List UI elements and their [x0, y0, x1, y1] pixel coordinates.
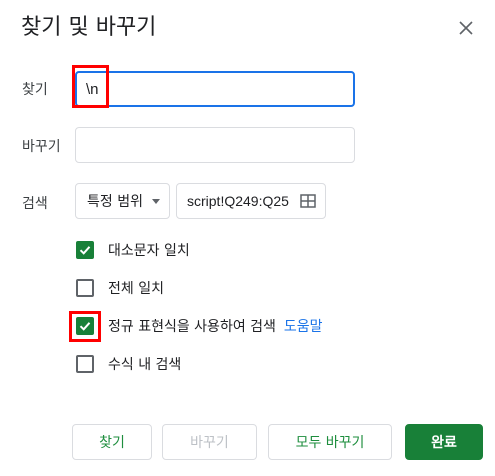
- formulas-checkbox[interactable]: [76, 355, 94, 373]
- replace-button[interactable]: 바꾸기: [162, 424, 257, 460]
- find-button[interactable]: 찾기: [72, 424, 152, 460]
- find-input[interactable]: [75, 71, 355, 107]
- find-replace-dialog: 찾기 및 바꾸기 찾기 바꾸기 검색 특정 범위 script!Q249:Q25: [0, 0, 495, 476]
- regex-checkbox[interactable]: [76, 317, 94, 335]
- match-entire-checkbox[interactable]: [76, 279, 94, 297]
- regex-label: 정규 표현식을 사용하여 검색: [108, 319, 276, 335]
- done-button[interactable]: 완료: [405, 424, 483, 460]
- checkmark-icon: [79, 322, 91, 331]
- range-field[interactable]: script!Q249:Q25: [176, 183, 326, 219]
- checkmark-icon: [79, 246, 91, 255]
- option-formulas[interactable]: 수식 내 검색: [76, 354, 181, 374]
- search-scope-value: 특정 범위: [87, 194, 143, 210]
- match-case-label: 대소문자 일치: [108, 243, 190, 259]
- option-regex[interactable]: 정규 표현식을 사용하여 검색 도움말: [76, 316, 323, 336]
- search-scope-dropdown[interactable]: 특정 범위: [75, 183, 170, 219]
- replace-input[interactable]: [75, 127, 355, 163]
- search-label: 검색: [22, 196, 48, 212]
- regex-help-link[interactable]: 도움말: [284, 316, 323, 336]
- match-case-checkbox[interactable]: [76, 241, 94, 259]
- replace-label: 바꾸기: [22, 139, 61, 155]
- find-label: 찾기: [22, 82, 48, 98]
- option-match-case[interactable]: 대소문자 일치: [76, 240, 190, 260]
- range-input[interactable]: script!Q249:Q25: [187, 184, 295, 218]
- replace-all-button[interactable]: 모두 바꾸기: [268, 424, 392, 460]
- close-icon[interactable]: [455, 17, 477, 39]
- grid-select-icon[interactable]: [300, 193, 316, 209]
- dialog-title: 찾기 및 바꾸기: [21, 15, 157, 40]
- formulas-label: 수식 내 검색: [108, 357, 182, 373]
- chevron-down-icon: [152, 199, 160, 204]
- option-match-entire[interactable]: 전체 일치: [76, 278, 164, 298]
- match-entire-label: 전체 일치: [108, 281, 164, 297]
